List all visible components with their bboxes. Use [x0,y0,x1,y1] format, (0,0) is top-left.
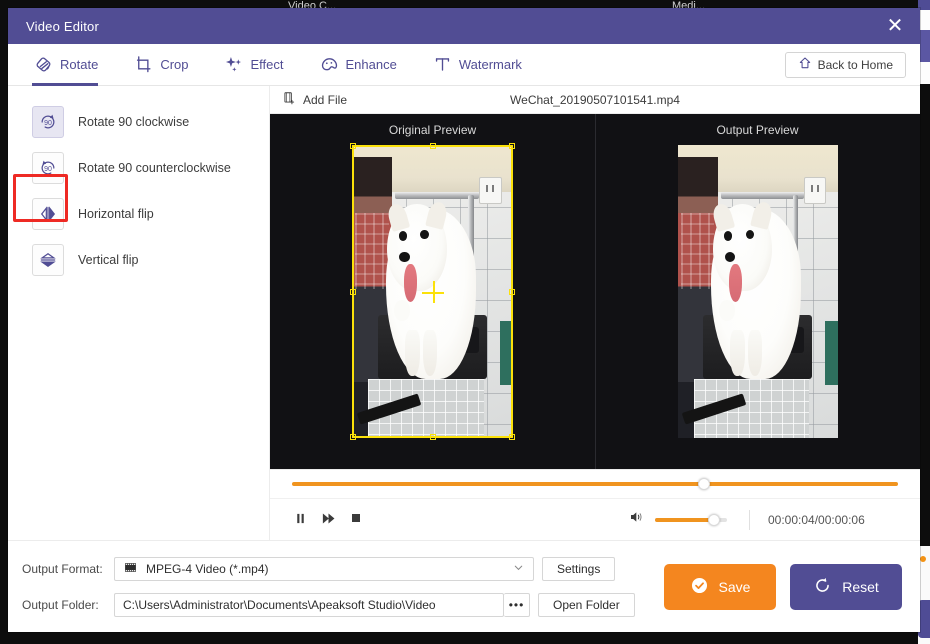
tab-rotate[interactable]: Rotate [30,44,116,86]
reset-icon [813,576,832,598]
output-preview-pane: Output Preview [595,114,920,469]
svg-text:90: 90 [44,166,52,173]
footer-actions: Save Reset [664,563,902,610]
tab-watermark[interactable]: Watermark [429,44,540,85]
back-to-home-label: Back to Home [817,57,893,72]
output-format-label: Output Format: [22,561,103,576]
chevron-down-icon [512,561,525,577]
tab-watermark-label: Watermark [458,57,522,72]
sidebar-item-horizontal-flip[interactable]: Horizontal flip [8,194,154,234]
seek-slider-thumb[interactable] [698,478,711,490]
output-format-value: MPEG-4 Video (*.mp4) [146,561,269,576]
output-preview-video[interactable] [677,145,838,438]
tab-rotate-label: Rotate [60,57,99,72]
add-file-button[interactable]: Add File [282,91,347,108]
output-format-row: Output Format: MPEG-4 Video (*.mp4) Sett… [22,556,635,582]
output-preview-title: Output Preview [716,123,799,137]
sidebar-item-label: Rotate 90 clockwise [78,115,190,129]
time-display: 00:00:04/00:00:06 [768,512,865,527]
output-folder-input[interactable]: C:\Users\Administrator\Documents\Apeakso… [114,592,504,617]
svg-text:90: 90 [44,120,52,127]
file-bar: Add File WeChat_20190507101541.mp4 [270,86,920,114]
editor-tab-bar: Rotate Crop Effect Enhance Watermark Bac… [8,44,920,86]
seek-slider[interactable] [292,478,898,490]
volume-slider-fill [655,517,715,522]
enhance-icon [320,55,339,74]
output-format-select[interactable]: MPEG-4 Video (*.mp4) [114,556,534,581]
stop-button[interactable] [342,506,370,534]
add-file-label: Add File [303,92,348,107]
pause-button[interactable] [286,506,314,534]
window-title: Video Editor [26,18,99,34]
original-preview-title: Original Preview [388,123,477,137]
fast-forward-button[interactable] [314,506,342,534]
stop-icon [350,512,362,527]
browse-folder-button[interactable]: ••• [504,592,530,617]
playback-transport: 00:00:04/00:00:06 [270,469,920,540]
crop-icon [134,55,153,74]
volume-slider-thumb[interactable] [708,513,721,526]
window-title-bar: Video Editor ✕ [8,8,920,44]
fast-forward-icon [321,511,336,529]
film-icon [123,561,138,577]
output-folder-value: C:\Users\Administrator\Documents\Apeakso… [123,597,436,612]
text-t-icon [433,55,452,74]
video-editor-window: Video Editor ✕ Rotate Crop Effect Enhanc… [8,8,920,632]
divider [749,509,750,530]
pause-icon [294,512,307,528]
tab-crop-label: Crop [160,57,189,72]
flip-horizontal-icon [32,198,64,230]
home-icon [798,56,812,73]
original-video-frame [352,145,513,438]
save-button-label: Save [718,578,751,595]
output-settings-footer: Output Format: MPEG-4 Video (*.mp4) Sett… [8,540,920,632]
open-folder-button[interactable]: Open Folder [538,592,635,617]
volume-slider[interactable] [655,513,727,526]
settings-button[interactable]: Settings [542,556,616,581]
sidebar-item-label: Horizontal flip [78,207,154,221]
sidebar-item-rotate-90-counterclockwise[interactable]: 90 Rotate 90 counterclockwise [8,148,231,188]
sidebar-item-label: Rotate 90 counterclockwise [78,161,231,175]
sidebar-item-label: Vertical flip [78,253,139,267]
back-to-home-button[interactable]: Back to Home [784,51,906,78]
add-file-icon [282,91,296,108]
output-folder-row: Output Folder: C:\Users\Administrator\Do… [22,592,635,618]
editor-body: 90 Rotate 90 clockwise 90 Rotate 90 coun… [8,86,920,540]
reset-button-label: Reset [842,578,879,595]
sidebar-item-vertical-flip[interactable]: Vertical flip [8,240,138,280]
tab-effect-label: Effect [250,57,284,72]
tab-crop[interactable]: Crop [130,44,206,85]
sparkle-icon [225,55,244,74]
tab-effect[interactable]: Effect [221,44,302,85]
tab-enhance-label: Enhance [345,57,397,72]
reset-button[interactable]: Reset [790,563,902,610]
tab-enhance[interactable]: Enhance [316,44,415,85]
close-icon[interactable]: ✕ [880,11,910,41]
save-button[interactable]: Save [664,563,776,610]
output-fields: Output Format: MPEG-4 Video (*.mp4) Sett… [8,556,635,618]
original-preview-video[interactable] [350,143,515,440]
seek-row [270,470,920,498]
original-preview-pane: Original Preview [270,114,595,469]
output-folder-label: Output Folder: [22,597,99,612]
rotate-options-panel: 90 Rotate 90 clockwise 90 Rotate 90 coun… [8,86,270,540]
preview-column: Add File WeChat_20190507101541.mp4 Origi… [270,86,920,540]
rotate-icon [34,55,53,74]
rotate-cw-90-icon: 90 [32,106,64,138]
volume-icon[interactable] [629,509,645,530]
check-circle-icon [690,576,709,598]
sidebar-item-rotate-90-clockwise[interactable]: 90 Rotate 90 clockwise [8,102,189,142]
flip-vertical-icon [32,244,64,276]
current-file-name: WeChat_20190507101541.mp4 [510,92,680,107]
volume-control [629,509,727,530]
rotate-ccw-90-icon: 90 [32,152,64,184]
playback-controls-row: 00:00:04/00:00:06 [270,498,920,540]
output-video-frame [677,145,838,438]
preview-stage: Original Preview Output Preview [270,114,920,469]
